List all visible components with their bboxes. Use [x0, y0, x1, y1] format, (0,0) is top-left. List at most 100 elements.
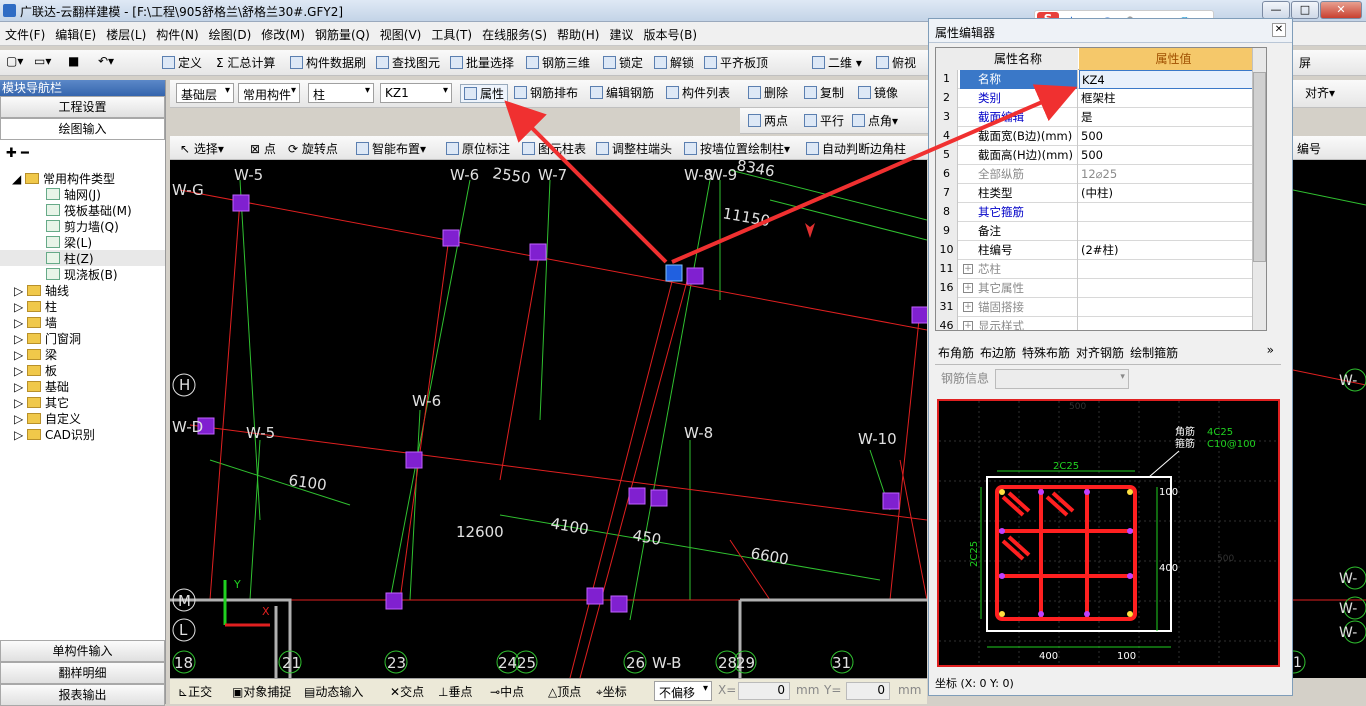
save-icon[interactable]: ■ — [68, 54, 79, 68]
tree-child-item[interactable]: 柱(Z) — [0, 250, 165, 266]
flush-top-button[interactable]: 平齐板顶 — [704, 54, 768, 71]
rebar-tab-1[interactable]: 布边筋 — [977, 339, 1019, 366]
detail-button[interactable]: 翻样明细 — [0, 662, 165, 684]
property-value[interactable]: 500 — [1079, 146, 1266, 165]
expand-icon[interactable]: + — [963, 302, 973, 312]
two-point-button[interactable]: 两点 — [748, 112, 788, 129]
more-tabs-icon[interactable]: » — [1267, 343, 1274, 357]
align-button[interactable]: 对齐▾ — [1305, 84, 1335, 101]
attribute-button[interactable]: 属性 — [460, 84, 509, 103]
property-row[interactable]: 31 + 锚固搭接 — [936, 298, 1266, 317]
component-list-button[interactable]: 构件列表 — [666, 84, 730, 101]
menu-item-3[interactable]: 构件(N) — [151, 22, 203, 43]
report-button[interactable]: 报表输出 — [0, 684, 165, 706]
single-input-button[interactable]: 单构件输入 — [0, 640, 165, 662]
rebar-info-select[interactable]: ▾ — [994, 369, 1129, 389]
property-value[interactable] — [1079, 260, 1266, 279]
property-value[interactable]: (中柱) — [1079, 184, 1266, 203]
new-file-icon[interactable]: ▢▾ — [6, 54, 23, 68]
component-type-select[interactable]: 常用构件 — [238, 83, 300, 103]
property-value[interactable]: 500 — [1079, 127, 1266, 146]
rotate-point-button[interactable]: ⟳ 旋转点 — [288, 140, 338, 157]
menu-item-2[interactable]: 楼层(L) — [101, 22, 151, 43]
property-value[interactable]: 12⌀25 — [1079, 165, 1266, 184]
select-button[interactable]: ↖ 选择▾ — [180, 140, 224, 157]
component-name-select[interactable]: KZ1 — [380, 83, 452, 103]
section-preview[interactable]: 500 500 角筋 4C25 箍筋 C10@100 2C25 2C25 100… — [937, 399, 1280, 667]
find-button[interactable]: 查找图元 — [376, 54, 440, 71]
x-input[interactable]: 0 — [738, 682, 790, 700]
selected-column[interactable] — [665, 264, 683, 282]
expand-icon[interactable]: + — [963, 264, 973, 274]
tree-child-item[interactable]: 现浇板(B) — [0, 266, 165, 282]
menu-item-0[interactable]: 文件(F) — [0, 22, 50, 43]
menu-item-5[interactable]: 修改(M) — [256, 22, 310, 43]
property-row[interactable]: 16 + 其它属性 — [936, 279, 1266, 298]
tree-group-item[interactable]: ▷ 自定义 — [0, 410, 165, 426]
property-value[interactable]: KZ4 — [1079, 70, 1266, 89]
collapse-all-icon[interactable]: ━ — [21, 146, 29, 161]
rebar3d-button[interactable]: 钢筋三维 — [526, 54, 590, 71]
rebar-tab-3[interactable]: 对齐钢筋 — [1073, 339, 1127, 366]
in-place-mark-button[interactable]: 原位标注 — [446, 140, 510, 157]
property-row[interactable]: 5 截面高(H边)(mm) 500 — [936, 146, 1266, 165]
property-row[interactable]: 9 备注 — [936, 222, 1266, 241]
tree-child-item[interactable]: 轴网(J) — [0, 186, 165, 202]
tree-child-item[interactable]: 梁(L) — [0, 234, 165, 250]
offset-select[interactable]: 不偏移 — [654, 681, 712, 701]
menu-item-10[interactable]: 帮助(H) — [552, 22, 604, 43]
expand-icon[interactable]: + — [963, 283, 973, 293]
rebar-tab-0[interactable]: 布角筋 — [935, 339, 977, 366]
coordinate-snap[interactable]: ⌖坐标 — [596, 683, 627, 700]
property-value[interactable] — [1079, 279, 1266, 298]
unlock-button[interactable]: 解锁 — [654, 54, 694, 71]
expand-all-icon[interactable]: ✚ — [6, 146, 17, 161]
point-button[interactable]: ⊠ 点 — [250, 140, 276, 157]
tree-group-item[interactable]: ▷ 轴线 — [0, 282, 165, 298]
rebar-layout-button[interactable]: 钢筋排布 — [514, 84, 578, 101]
property-row[interactable]: 11 + 芯柱 — [936, 260, 1266, 279]
delete-button[interactable]: 删除 — [748, 84, 788, 101]
tree-child-item[interactable]: 筏板基础(M) — [0, 202, 165, 218]
define-button[interactable]: 定义 — [162, 54, 202, 71]
rebar-tab-4[interactable]: 绘制箍筋 — [1127, 339, 1181, 366]
property-value[interactable] — [1079, 317, 1266, 330]
column-table-button[interactable]: 图元柱表 — [522, 140, 586, 157]
perpendicular-snap[interactable]: ⊥垂点 — [438, 683, 472, 700]
property-value[interactable] — [1079, 222, 1266, 241]
vertex-snap[interactable]: △顶点 — [548, 683, 581, 700]
close-button[interactable]: ✕ — [1320, 1, 1362, 19]
tree-root[interactable]: ◢ 常用构件类型 — [0, 170, 165, 186]
property-value[interactable]: 框架柱 — [1079, 89, 1266, 108]
tree-group-item[interactable]: ▷ 门窗洞 — [0, 330, 165, 346]
lock-button[interactable]: 锁定 — [603, 54, 643, 71]
property-value[interactable] — [1079, 203, 1266, 222]
maximize-button[interactable]: □ — [1291, 1, 1319, 19]
comp-data-button[interactable]: 构件数据刷 — [290, 54, 366, 71]
tree-group-item[interactable]: ▷ 基础 — [0, 378, 165, 394]
menu-item-12[interactable]: 版本号(B) — [638, 22, 702, 43]
drawing-input-button[interactable]: 绘图输入 — [0, 118, 165, 140]
undo-icon[interactable]: ↶▾ — [98, 54, 114, 68]
property-row[interactable]: 3 截面编辑 是 — [936, 108, 1266, 127]
sum-button[interactable]: Σ 汇总计算 — [216, 54, 275, 71]
minimize-button[interactable]: — — [1262, 1, 1290, 19]
property-row[interactable]: 7 柱类型 (中柱) — [936, 184, 1266, 203]
view2d-button[interactable]: 二维 ▾ — [812, 54, 862, 71]
tree-group-item[interactable]: ▷ 柱 — [0, 298, 165, 314]
expand-icon[interactable]: + — [963, 321, 973, 330]
property-row[interactable]: 46 + 显示样式 — [936, 317, 1266, 330]
tree-group-item[interactable]: ▷ 墙 — [0, 314, 165, 330]
property-value[interactable]: (2#柱) — [1079, 241, 1266, 260]
menu-item-11[interactable]: 建议 — [604, 22, 638, 43]
property-row[interactable]: 4 截面宽(B边)(mm) 500 — [936, 127, 1266, 146]
drawing-canvas[interactable]: W-G W-5 W-6 W-7 W-8 W-9 H W-D W-5 W-6 W-… — [170, 160, 927, 678]
tree-group-item[interactable]: ▷ 其它 — [0, 394, 165, 410]
menu-item-7[interactable]: 视图(V) — [375, 22, 427, 43]
smart-layout-button[interactable]: 智能布置▾ — [356, 140, 426, 157]
property-row[interactable]: 10 柱编号 (2#柱) — [936, 241, 1266, 260]
project-settings-button[interactable]: 工程设置 — [0, 96, 165, 118]
menu-item-1[interactable]: 编辑(E) — [50, 22, 101, 43]
parallel-button[interactable]: 平行 — [804, 112, 844, 129]
dynamic-input-button[interactable]: ▤动态输入 — [304, 683, 363, 700]
